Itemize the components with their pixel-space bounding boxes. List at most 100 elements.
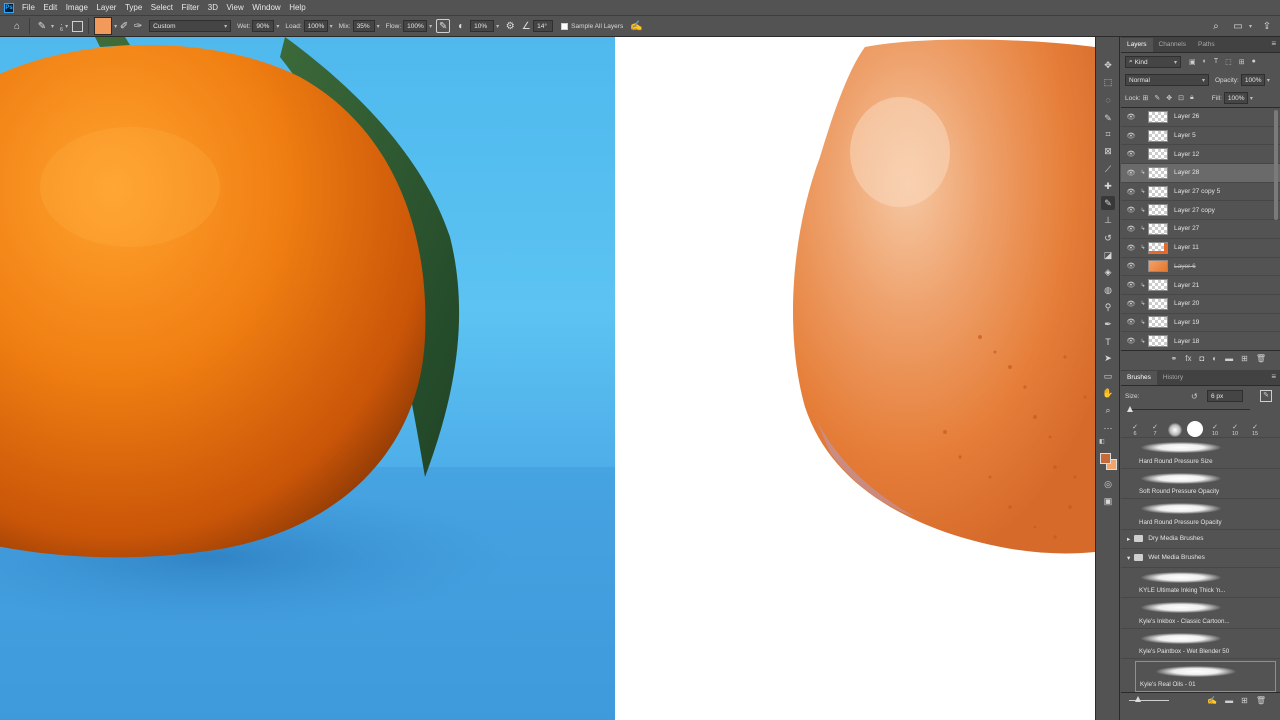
opacity-field[interactable]: 100% <box>1240 74 1265 86</box>
rectangle-tool-icon[interactable]: ▭ <box>1101 369 1115 383</box>
fill-field[interactable]: 100% <box>1223 92 1248 104</box>
chevron-down-icon[interactable]: ▾ <box>1249 23 1252 30</box>
delete-brush-icon[interactable]: 🗑︎ <box>1256 696 1266 705</box>
recent-brush-tip[interactable] <box>1185 421 1205 437</box>
menu-help[interactable]: Help <box>289 3 305 12</box>
brush-folder[interactable]: ▸ Dry Media Brushes <box>1121 530 1280 549</box>
layers-scrollbar[interactable] <box>1274 110 1278 220</box>
visibility-eye-icon[interactable]: 👁︎ <box>1124 318 1138 326</box>
healing-brush-tool-icon[interactable]: ✚ <box>1101 179 1115 193</box>
filter-kind-select[interactable]: ⌕ Kind ▾ <box>1125 56 1181 68</box>
visibility-eye-icon[interactable]: 👁︎ <box>1124 169 1138 177</box>
recent-brush-tip[interactable] <box>1165 423 1185 437</box>
layer-row[interactable]: 👁︎ Layer 12 <box>1121 145 1280 165</box>
zoom-tool-icon[interactable]: ⌕ <box>1101 403 1115 417</box>
airbrush-icon[interactable]: ✎ <box>436 19 451 33</box>
paint-bucket-tool-icon[interactable]: ◈ <box>1101 265 1115 279</box>
pressure-size-icon[interactable]: ✍ <box>629 19 643 33</box>
size-field[interactable]: 6 px <box>1207 390 1243 402</box>
filter-pixel-icon[interactable]: ▣ <box>1189 58 1196 66</box>
quick-selection-tool-icon[interactable]: ✎ <box>1101 111 1115 125</box>
recent-brush-tip[interactable]: ✓ 6 <box>1125 423 1145 437</box>
visibility-eye-icon[interactable]: 👁︎ <box>1124 113 1138 121</box>
chevron-down-icon[interactable]: ▾ <box>1267 77 1270 84</box>
load-field[interactable]: 100% <box>303 20 328 32</box>
brush-preset-row[interactable]: Kyle's Inkbox - Classic Cartoon... <box>1121 598 1280 629</box>
quick-mask-icon[interactable]: ◎ <box>1101 477 1115 491</box>
layer-row[interactable]: 👁︎ ↳ Layer 21 <box>1121 276 1280 295</box>
dodge-tool-icon[interactable]: ⚲ <box>1101 300 1115 314</box>
chevron-down-icon[interactable]: ▾ <box>377 23 380 30</box>
wet-field[interactable]: 90% <box>252 20 275 32</box>
brush-preset-row[interactable]: KYLE Ultimate Inking Thick 'n... <box>1121 568 1280 598</box>
frame-tool-icon[interactable]: ⊠ <box>1101 144 1115 158</box>
more-tools-icon[interactable]: ⋯ <box>1101 421 1115 435</box>
chevron-down-icon[interactable]: ▾ <box>1127 554 1130 562</box>
menu-file[interactable]: File <box>22 3 35 12</box>
current-paint-swatch[interactable] <box>94 17 113 35</box>
brush-preset-row[interactable]: Hard Round Pressure Size <box>1121 438 1280 469</box>
new-brush-icon[interactable]: ✎ <box>1260 390 1272 402</box>
foreground-color-swatch[interactable] <box>1100 453 1111 464</box>
chevron-down-icon[interactable]: ▾ <box>429 23 432 30</box>
layer-row[interactable]: 👁︎ ↳ Layer 27 copy 5 <box>1121 183 1280 202</box>
brush-preset-picker[interactable]: · 6 <box>60 20 63 33</box>
default-colors-icon[interactable]: ◧ <box>1099 438 1105 445</box>
layer-row[interactable]: 👁︎ ↳ Layer 27 copy <box>1121 201 1280 221</box>
menu-3d[interactable]: 3D <box>208 3 218 12</box>
history-brush-tool-icon[interactable]: ↺ <box>1101 231 1115 245</box>
layer-row[interactable]: 👁︎ ↳ Layer 11 <box>1121 239 1280 258</box>
menu-view[interactable]: View <box>227 3 244 12</box>
home-icon[interactable]: ⌂ <box>10 19 24 33</box>
lock-image-icon[interactable]: ✎ <box>1154 94 1160 102</box>
smoothing-field[interactable]: 10% <box>470 20 495 32</box>
reset-size-icon[interactable]: ↺ <box>1191 392 1198 401</box>
blur-tool-icon[interactable]: ◍ <box>1101 283 1115 297</box>
panel-menu-icon[interactable]: ≡ <box>1271 372 1276 381</box>
angle-field[interactable]: 14° <box>533 20 554 32</box>
lasso-tool-icon[interactable]: ◌ <box>1101 93 1115 107</box>
new-layer-icon[interactable]: ⊞ <box>1241 354 1248 363</box>
layer-row[interactable]: 👁︎ ↳ Layer 18 <box>1121 332 1280 350</box>
layer-row[interactable]: 👁︎ Layer 6 <box>1121 258 1280 277</box>
brush-preset-row[interactable]: Kyle's Paintbox - Wet Blender 50 <box>1121 629 1280 659</box>
mix-field[interactable]: 35% <box>352 20 375 32</box>
brush-tool-icon[interactable]: ✎ <box>1101 196 1115 210</box>
link-layers-icon[interactable]: ⚭ <box>1171 354 1178 363</box>
menu-type[interactable]: Type <box>125 3 142 12</box>
tab-brushes[interactable]: Brushes <box>1121 371 1157 385</box>
workspace-icon[interactable]: ▭ <box>1231 19 1245 33</box>
menu-image[interactable]: Image <box>66 3 88 12</box>
filter-shape-icon[interactable]: ⬚ <box>1225 58 1232 66</box>
chevron-down-icon[interactable]: ▾ <box>1250 95 1253 102</box>
size-slider[interactable] <box>1121 406 1280 414</box>
filter-smart-object-icon[interactable]: ⊞ <box>1239 58 1245 66</box>
visibility-eye-icon[interactable]: 👁︎ <box>1124 337 1138 345</box>
chevron-right-icon[interactable]: ▸ <box>1127 535 1130 543</box>
screen-mode-icon[interactable]: ▣ <box>1101 494 1115 508</box>
adjustment-layer-icon[interactable]: ◐ <box>1212 354 1217 363</box>
preview-slider-thumb[interactable] <box>1135 696 1141 702</box>
visibility-eye-icon[interactable]: 👁︎ <box>1124 188 1138 196</box>
menu-select[interactable]: Select <box>151 3 173 12</box>
new-group-icon[interactable]: ▬ <box>1225 696 1233 705</box>
add-mask-icon[interactable]: ◘ <box>1199 354 1204 363</box>
visibility-eye-icon[interactable]: 👁︎ <box>1124 262 1138 270</box>
filter-toggle-icon[interactable]: ● <box>1252 58 1256 66</box>
recent-brush-tip[interactable]: ✓ 10 <box>1225 423 1245 437</box>
visibility-eye-icon[interactable]: 👁︎ <box>1124 300 1138 308</box>
tab-channels[interactable]: Channels <box>1153 38 1192 52</box>
layer-row[interactable]: 👁︎ Layer 5 <box>1121 127 1280 146</box>
tab-paths[interactable]: Paths <box>1192 38 1221 52</box>
eyedropper-tool-icon[interactable]: ⟋ <box>1101 162 1115 176</box>
layer-row[interactable]: 👁︎ Layer 26 <box>1121 108 1280 127</box>
menu-window[interactable]: Window <box>252 3 280 12</box>
document-canvas[interactable] <box>0 37 1095 720</box>
clean-brush-icon[interactable]: ✑ <box>131 19 145 33</box>
menu-filter[interactable]: Filter <box>182 3 200 12</box>
hand-tool-icon[interactable]: ✋ <box>1101 386 1115 400</box>
recent-brush-tip[interactable]: ✓ 7 <box>1145 423 1165 437</box>
slider-thumb[interactable] <box>1127 406 1133 412</box>
filter-type-icon[interactable]: T <box>1214 58 1218 66</box>
blend-combination-select[interactable]: Custom ▾ <box>149 20 232 32</box>
